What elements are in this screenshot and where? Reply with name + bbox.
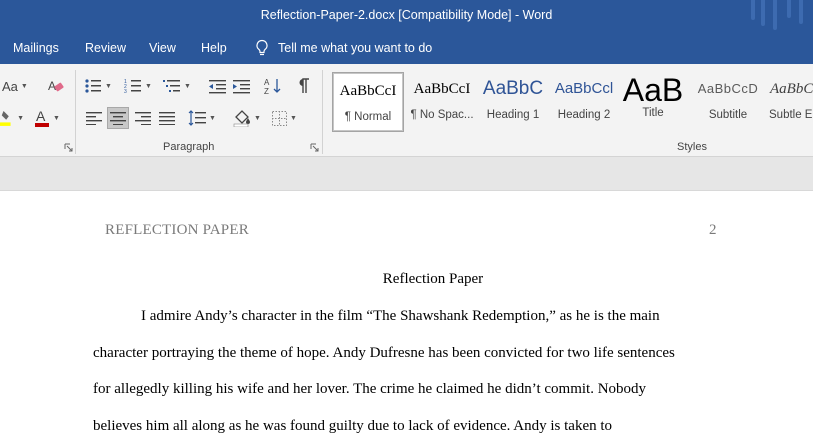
ribbon-tabs: Mailings Review View Help Tell me what y… <box>0 34 813 64</box>
style-name: ¶ Normal <box>344 111 392 123</box>
bullets-icon <box>85 79 101 93</box>
line-spacing-button[interactable]: ▼ <box>188 107 216 129</box>
paint-bucket-icon <box>233 110 250 127</box>
align-center-icon <box>110 111 126 125</box>
numbering-button[interactable]: 1 2 3 ▼ <box>124 76 152 96</box>
decrease-indent-button[interactable] <box>207 76 227 96</box>
svg-text:Z: Z <box>264 87 269 95</box>
body-line: I admire Andy’s character in the film “T… <box>141 308 660 324</box>
body-line: character portraying the theme of hope. … <box>93 345 675 361</box>
style-name: Heading 1 <box>486 109 540 121</box>
clear-formatting-button[interactable]: A <box>46 76 66 96</box>
multilevel-list-button[interactable]: ▼ <box>163 76 191 96</box>
svg-text:A: A <box>48 79 56 93</box>
style-sample: AaB <box>622 72 684 108</box>
multilevel-list-icon <box>163 80 180 92</box>
style-sample: AaBbCc <box>770 81 813 97</box>
numbering-icon: 1 2 3 <box>124 79 141 94</box>
sort-az-icon: A Z <box>264 78 281 95</box>
font-dialog-launcher-icon[interactable] <box>64 143 73 152</box>
tab-mailings[interactable]: Mailings <box>13 41 59 55</box>
font-color-button[interactable]: A ▼ <box>32 107 62 129</box>
highlight-color-button[interactable]: ▼ <box>0 107 24 129</box>
style-sample: AaBbCcI <box>413 81 471 97</box>
decrease-indent-icon <box>208 79 226 93</box>
tell-me-label: Tell me what you want to do <box>278 41 433 55</box>
ribbon: Aa ▼ A ▼ A ▼ ▼ 1 2 3 ▼ ▼ A Z ▼ ▼ ▼ Parag… <box>0 64 813 157</box>
style-name: ¶ No Spac... <box>410 109 474 121</box>
show-hide-marks-button[interactable] <box>294 76 314 96</box>
style-sample: AaBbCcD <box>697 81 759 96</box>
align-center-button[interactable] <box>107 107 129 129</box>
style-name: Subtitle <box>708 109 748 121</box>
borders-button[interactable]: ▼ <box>272 107 297 129</box>
document-heading: Reflection Paper <box>382 271 484 287</box>
change-case-label: Aa <box>2 78 18 94</box>
paragraph-dialog-launcher-icon[interactable] <box>310 143 319 152</box>
style-subtle-emphasis[interactable]: AaBbCc Subtle Em <box>766 72 813 132</box>
style-heading-2[interactable]: AaBbCcl Heading 2 <box>549 72 619 132</box>
line-spacing-icon <box>188 110 206 126</box>
svg-text:A: A <box>36 108 46 124</box>
justify-icon <box>159 111 175 125</box>
increase-indent-icon <box>232 79 250 93</box>
style-heading-1[interactable]: AaBbC Heading 1 <box>478 72 548 132</box>
align-left-icon <box>86 111 102 125</box>
style-normal[interactable]: AaBbCcI ¶ Normal <box>332 72 404 132</box>
document-page[interactable]: REFLECTION PAPER 2 Reflection Paper I ad… <box>0 191 813 442</box>
group-separator <box>322 70 323 154</box>
tab-view[interactable]: View <box>149 41 176 55</box>
tell-me-search[interactable]: Tell me what you want to do <box>255 39 432 57</box>
font-color-icon: A <box>35 108 50 127</box>
sort-button[interactable]: A Z <box>263 76 283 96</box>
bullets-button[interactable]: ▼ <box>84 76 112 96</box>
increase-indent-button[interactable] <box>231 76 251 96</box>
style-title[interactable]: AaB Title <box>620 72 686 132</box>
style-name: Title <box>642 107 664 119</box>
group-separator <box>75 70 76 154</box>
borders-icon <box>272 110 287 126</box>
page-number: 2 <box>709 222 717 238</box>
window-title: Reflection-Paper-2.docx [Compatibility M… <box>260 8 553 22</box>
running-head: REFLECTION PAPER <box>105 222 249 238</box>
svg-text:A: A <box>264 78 270 87</box>
style-sample: AaBbCcl <box>554 80 614 97</box>
style-no-spacing[interactable]: AaBbCcI ¶ No Spac... <box>405 72 479 132</box>
align-right-icon <box>135 111 151 125</box>
change-case-button[interactable]: Aa ▼ <box>2 76 28 96</box>
style-subtitle[interactable]: AaBbCcD Subtitle <box>694 72 762 132</box>
align-right-button[interactable] <box>133 107 153 129</box>
styles-group-label: Styles <box>677 141 707 153</box>
body-line: believes him all along as he was found g… <box>93 418 613 434</box>
style-name: Subtle Em <box>769 109 813 121</box>
shading-button[interactable]: ▼ <box>233 107 261 129</box>
pilcrow-icon <box>299 78 309 93</box>
style-sample: AaBbCcI <box>339 83 397 99</box>
highlighter-icon <box>0 110 11 126</box>
style-sample: AaBbC <box>482 78 544 99</box>
style-name: Heading 2 <box>557 109 611 121</box>
lightbulb-icon <box>256 39 268 56</box>
body-line: for allegedly killing his wife and her l… <box>93 381 647 397</box>
align-left-button[interactable] <box>84 107 104 129</box>
svg-text:3: 3 <box>124 89 127 94</box>
title-bar: Reflection-Paper-2.docx [Compatibility M… <box>0 0 813 34</box>
justify-button[interactable] <box>157 107 177 129</box>
tab-help[interactable]: Help <box>201 41 227 55</box>
eraser-icon: A <box>48 79 64 93</box>
ruler-area <box>0 157 813 191</box>
title-bar-decoration <box>743 0 813 34</box>
tab-review[interactable]: Review <box>85 41 126 55</box>
paragraph-group-label: Paragraph <box>163 141 215 153</box>
